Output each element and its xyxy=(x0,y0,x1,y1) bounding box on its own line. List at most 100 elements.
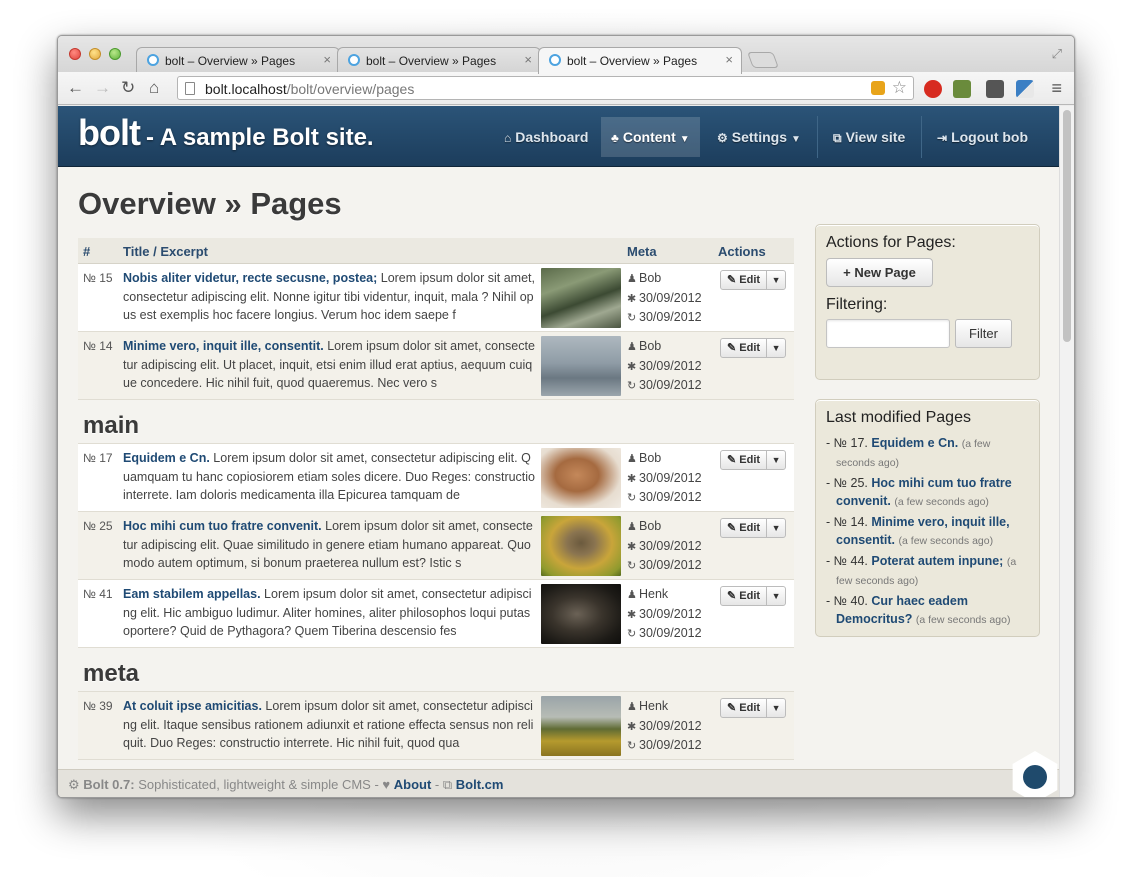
table-row: № 14 Minime vero, inquit ille, consentit… xyxy=(78,332,794,400)
evernote-extension-icon[interactable] xyxy=(953,80,971,98)
item-link[interactable]: Equidem e Cn. xyxy=(871,436,958,450)
table-row: № 25 Hoc mihi cum tuo fratre convenit. L… xyxy=(78,512,794,580)
sitemap-icon: ♣ xyxy=(611,131,619,145)
record-number: № 41 xyxy=(83,587,113,601)
list-item: - № 44. Poterat autem inpune; (a few sec… xyxy=(826,554,1017,587)
record-number: № 15 xyxy=(83,271,113,285)
about-link[interactable]: About xyxy=(394,777,432,792)
record-author: Bob xyxy=(639,339,662,353)
nav-divider xyxy=(921,116,922,158)
actions-panel: Actions for Pages: + New Page Filtering:… xyxy=(815,224,1040,380)
boltcm-link[interactable]: Bolt.cm xyxy=(456,777,504,792)
scrollbar-thumb[interactable] xyxy=(1063,110,1071,342)
record-title-link[interactable]: Equidem e Cn. xyxy=(123,451,210,465)
table-row: № 39 At coluit ipse amicitias. Lorem ips… xyxy=(78,692,794,760)
window-resizer-extension-icon[interactable] xyxy=(1016,80,1034,98)
item-number: № 17. xyxy=(833,436,868,450)
browser-tab-3-active[interactable]: bolt – Overview » Pages × xyxy=(538,47,742,74)
footer-separator: - xyxy=(431,777,443,792)
fullscreen-icon[interactable]: ⤢ xyxy=(1052,46,1062,62)
asterisk-icon: ✱ xyxy=(627,292,637,305)
home-icon[interactable]: ⌂ xyxy=(149,78,159,98)
record-created: 30/09/2012 xyxy=(639,470,702,485)
record-meta: ♟ Bob ✱ 30/09/2012 ↻ 30/09/2012 xyxy=(627,269,702,328)
item-number: № 44. xyxy=(833,554,868,568)
record-title-link[interactable]: Minime vero, inquit ille, consentit. xyxy=(123,339,324,353)
record-thumbnail[interactable] xyxy=(541,584,621,644)
record-title-link[interactable]: At coluit ipse amicitias. xyxy=(123,699,262,713)
record-thumbnail[interactable] xyxy=(541,696,621,756)
screenshot-extension-icon[interactable] xyxy=(986,80,1004,98)
browser-tab-1[interactable]: bolt – Overview » Pages × xyxy=(136,47,340,73)
record-thumbnail[interactable] xyxy=(541,268,621,328)
bolt-badge-icon[interactable] xyxy=(1012,751,1058,797)
heart-icon: ♥ xyxy=(382,777,391,792)
close-tab-icon[interactable]: × xyxy=(323,52,331,67)
edit-label: Edit xyxy=(739,702,761,714)
nav-view-site[interactable]: ⧉ View site xyxy=(833,117,905,157)
browser-tab-2[interactable]: bolt – Overview » Pages × xyxy=(337,47,541,73)
edit-dropdown-button[interactable]: ▼ xyxy=(766,338,787,358)
reload-icon[interactable]: ↻ xyxy=(121,78,135,98)
bolt-version: Bolt 0.7: xyxy=(83,777,135,792)
vertical-scrollbar[interactable] xyxy=(1059,106,1074,797)
edit-button[interactable]: ✎ Edit xyxy=(720,450,768,470)
tab-title: bolt – Overview » Pages xyxy=(567,54,698,68)
new-page-button[interactable]: + New Page xyxy=(826,258,933,287)
record-actions: ✎ Edit ▼ xyxy=(720,698,787,718)
browser-window: bolt – Overview » Pages × bolt – Overvie… xyxy=(57,35,1075,798)
edit-button[interactable]: ✎ Edit xyxy=(720,338,768,358)
record-excerpt: Equidem e Cn. Lorem ipsum dolor sit amet… xyxy=(123,449,535,505)
filter-input[interactable] xyxy=(826,319,950,348)
new-tab-button[interactable] xyxy=(747,52,779,68)
nav-content[interactable]: ♣ Content ▼ xyxy=(601,117,700,157)
edit-dropdown-button[interactable]: ▼ xyxy=(766,518,787,538)
column-header-num: # xyxy=(83,244,91,259)
bookmark-star-icon[interactable]: ☆ xyxy=(892,78,907,98)
stop-extension-icon[interactable] xyxy=(924,80,942,98)
record-thumbnail[interactable] xyxy=(541,336,621,396)
filter-button[interactable]: Filter xyxy=(955,319,1012,348)
item-link[interactable]: Poterat autem inpune; xyxy=(871,554,1003,568)
record-title-link[interactable]: Nobis aliter videtur, recte secusne, pos… xyxy=(123,271,377,285)
minimize-window-button[interactable] xyxy=(89,48,101,60)
record-thumbnail[interactable] xyxy=(541,448,621,508)
record-thumbnail[interactable] xyxy=(541,516,621,576)
close-tab-icon[interactable]: × xyxy=(524,52,532,67)
address-bar[interactable]: bolt.localhost/bolt/overview/pages ☆ xyxy=(177,76,914,100)
bolt-logo: bolt xyxy=(78,112,141,153)
plus-icon: + xyxy=(843,265,851,280)
record-modified: 30/09/2012 xyxy=(639,558,702,572)
nav-settings[interactable]: ⚙ Settings ▼ xyxy=(717,117,801,157)
url-text[interactable]: bolt.localhost/bolt/overview/pages xyxy=(205,81,414,97)
edit-dropdown-button[interactable]: ▼ xyxy=(766,586,787,606)
edit-button[interactable]: ✎ Edit xyxy=(720,698,768,718)
site-brand[interactable]: bolt - A sample Bolt site. xyxy=(78,112,374,154)
list-item: - № 40. Cur haec eadem Democritus? (a fe… xyxy=(826,594,1011,626)
edit-button[interactable]: ✎ Edit xyxy=(720,270,768,290)
bolt-favicon-icon xyxy=(147,54,159,66)
nav-logout[interactable]: ⇥ Logout bob xyxy=(937,117,1028,157)
bolt-favicon-icon xyxy=(348,54,360,66)
nav-dashboard[interactable]: ⌂ Dashboard xyxy=(504,117,588,157)
edit-label: Edit xyxy=(739,454,761,466)
record-title-link[interactable]: Eam stabilem appellas. xyxy=(123,587,261,601)
edit-dropdown-button[interactable]: ▼ xyxy=(766,450,787,470)
forward-arrow-icon[interactable]: → xyxy=(94,78,111,98)
close-tab-icon[interactable]: × xyxy=(725,52,733,67)
record-number: № 39 xyxy=(83,699,113,713)
hamburger-menu-icon[interactable]: ≡ xyxy=(1051,78,1062,99)
zoom-window-button[interactable] xyxy=(109,48,121,60)
edit-dropdown-button[interactable]: ▼ xyxy=(766,270,787,290)
edit-button[interactable]: ✎ Edit xyxy=(720,586,768,606)
record-title-link[interactable]: Hoc mihi cum tuo fratre convenit. xyxy=(123,519,322,533)
edit-dropdown-button[interactable]: ▼ xyxy=(766,698,787,718)
record-modified: 30/09/2012 xyxy=(639,626,702,640)
record-modified: 30/09/2012 xyxy=(639,490,702,504)
back-arrow-icon[interactable]: ← xyxy=(67,78,84,98)
extension-shield-icon[interactable] xyxy=(871,81,885,95)
edit-button[interactable]: ✎ Edit xyxy=(720,518,768,538)
desktop-background: bolt – Overview » Pages × bolt – Overvie… xyxy=(0,0,1131,877)
close-window-button[interactable] xyxy=(69,48,81,60)
list-item: - № 25. Hoc mihi cum tuo fratre convenit… xyxy=(826,476,1012,508)
